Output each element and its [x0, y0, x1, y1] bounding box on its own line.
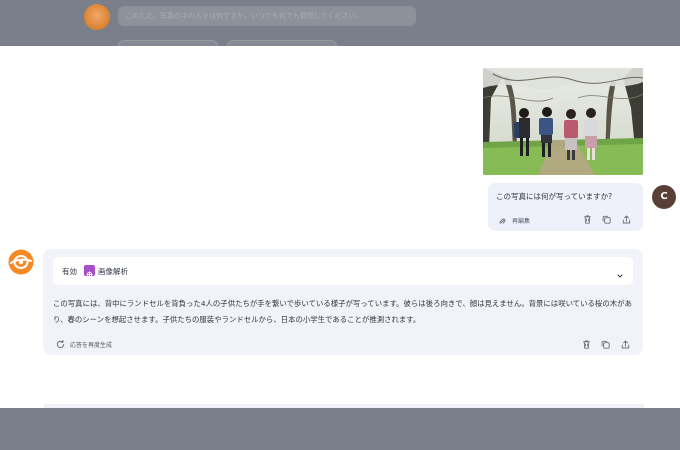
- assistant-logo-icon: [8, 249, 34, 275]
- regenerate-button[interactable]: 応答を再度生成: [55, 335, 112, 354]
- user-avatar[interactable]: C: [652, 185, 676, 209]
- edit-label: 再編集: [512, 218, 531, 225]
- mode-label: 画像解析: [98, 267, 128, 276]
- regenerate-label: 応答を再度生成: [70, 342, 113, 349]
- copy-icon[interactable]: [600, 335, 611, 349]
- assistant-message-card: 有効 画像解析 この写真には、背中にランドセルを背負った4人の子供たちが手を繋い…: [43, 249, 643, 355]
- suggestion-chip: [227, 40, 337, 46]
- user-message-text: この写真には何が写っていますか?: [496, 192, 613, 201]
- user-message-bubble: この写真には何が写っていますか? 再編集: [488, 183, 643, 231]
- copy-icon[interactable]: [601, 210, 612, 224]
- trash-icon[interactable]: [581, 335, 592, 349]
- share-icon[interactable]: [621, 210, 632, 224]
- trash-icon[interactable]: [582, 210, 593, 224]
- edit-icon: [498, 211, 507, 230]
- chevron-down-icon[interactable]: [615, 266, 625, 278]
- uploaded-photo: [483, 68, 643, 175]
- image-analysis-badge-icon: [84, 265, 95, 278]
- previous-assistant-avatar: [84, 4, 110, 30]
- previous-message-preview: このたた、写真の中の人々は何ですか。いつでも何でも質問してください。: [118, 6, 416, 26]
- analysis-mode-toggle[interactable]: 有効 画像解析: [53, 257, 633, 285]
- dimmed-footer-overlay: [0, 408, 680, 450]
- share-icon[interactable]: [620, 335, 631, 349]
- assistant-answer-text: この写真には、背中にランドセルを背負った4人の子供たちが手を繋いで歩いている様子…: [53, 299, 632, 324]
- dimmed-header-overlay: このたた、写真の中の人々は何ですか。いつでも何でも質問してください。: [0, 0, 680, 46]
- status-label: 有効: [62, 267, 77, 276]
- refresh-icon: [55, 335, 66, 354]
- edit-button[interactable]: 再編集: [498, 211, 530, 230]
- suggestion-chip: [118, 40, 218, 46]
